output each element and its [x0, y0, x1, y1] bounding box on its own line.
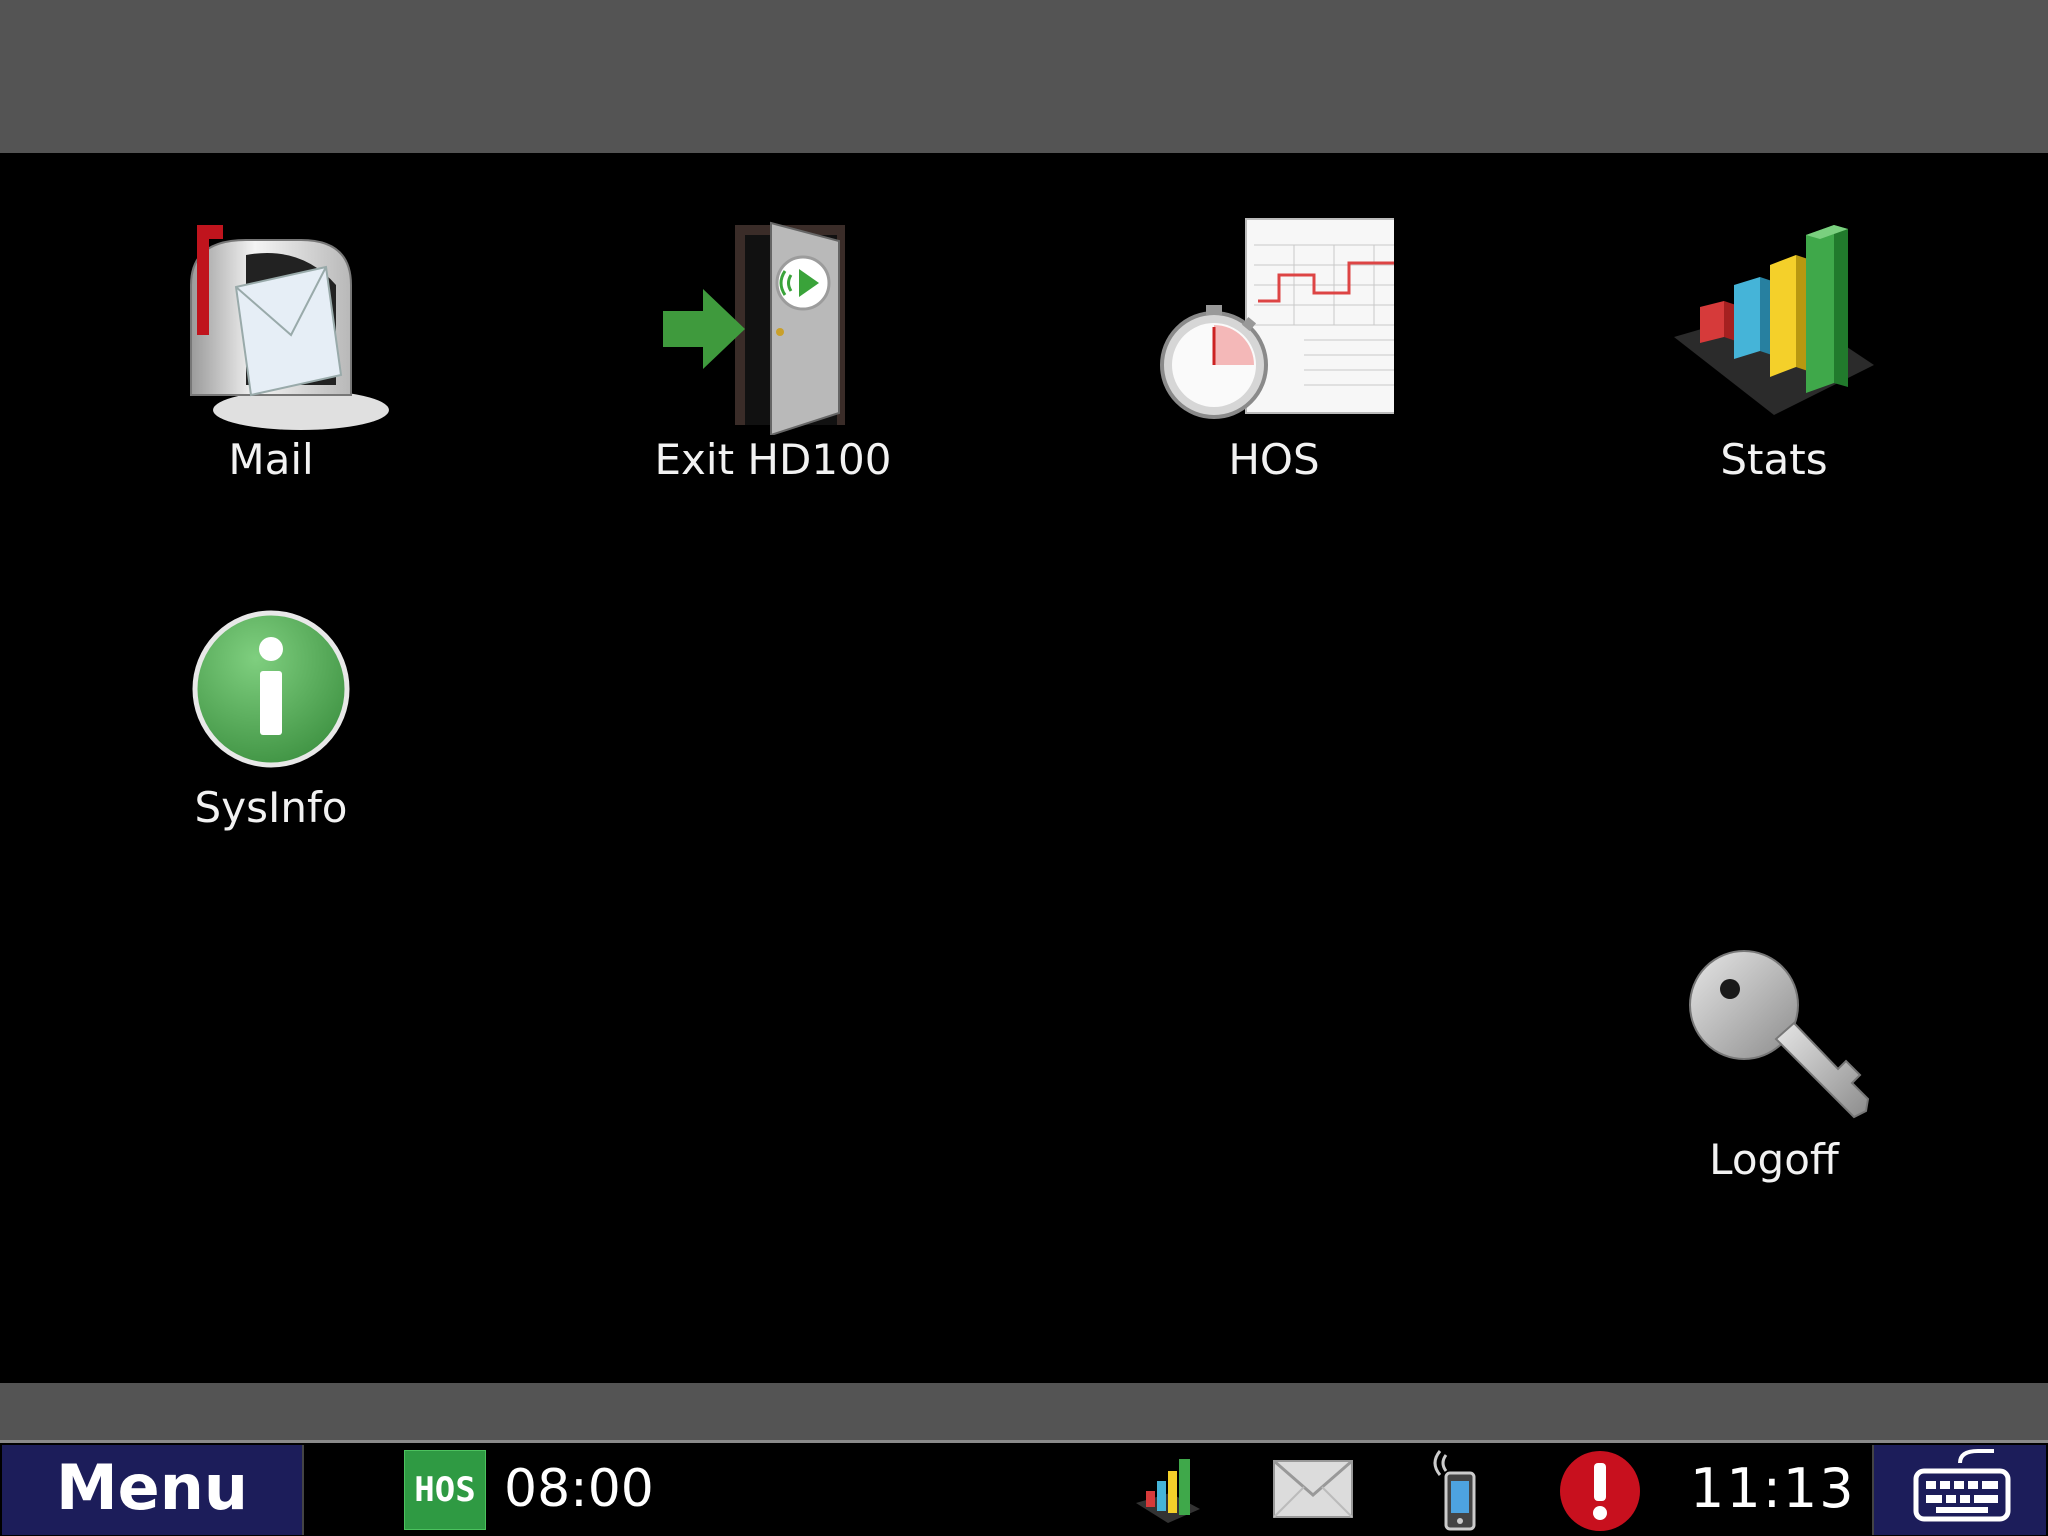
keyboard-button[interactable] — [1872, 1445, 2046, 1535]
hos-app-tile[interactable]: HOS — [1124, 215, 1424, 485]
hos-status-badge[interactable]: HOS — [404, 1450, 486, 1530]
taskbar: Menu HOS 08:00 11:13 — [0, 1440, 2048, 1536]
desktop-screen: Mail Exit HD100 HOS Stats SysInfo Logoff… — [0, 153, 2048, 1536]
alert-icon[interactable] — [1558, 1449, 1642, 1533]
mail-envelope-icon[interactable] — [1272, 1457, 1354, 1521]
hos-logbook-stopwatch-icon — [1160, 218, 1394, 419]
exit-door-icon — [663, 221, 845, 435]
clock: 11:13 — [1690, 1457, 1856, 1520]
bar-chart-icon — [1674, 225, 1874, 415]
exit-hd100-app-tile[interactable]: Exit HD100 — [623, 205, 923, 485]
sysinfo-app-tile[interactable]: SysInfo — [121, 593, 421, 833]
info-icon — [192, 610, 350, 768]
hos-remaining-time: 08:00 — [504, 1459, 654, 1519]
logoff-app-label: Logoff — [1709, 1135, 1839, 1184]
exit-hd100-app-label: Exit HD100 — [654, 435, 892, 484]
stats-app-tile[interactable]: Stats — [1624, 215, 1924, 485]
keyboard-icon — [1913, 1449, 2011, 1522]
stats-mini-icon[interactable] — [1130, 1453, 1206, 1529]
mailbox-icon — [190, 225, 389, 430]
logoff-app-tile[interactable]: Logoff — [1624, 935, 1924, 1185]
menu-button[interactable]: Menu — [2, 1445, 304, 1535]
mobile-signal-icon[interactable] — [1420, 1447, 1486, 1533]
sysinfo-app-label: SysInfo — [194, 783, 348, 832]
stats-app-label: Stats — [1720, 435, 1828, 484]
mail-app-tile[interactable]: Mail — [121, 225, 421, 485]
mail-app-label: Mail — [228, 435, 314, 484]
hos-app-label: HOS — [1228, 435, 1320, 484]
key-icon — [1689, 950, 1870, 1119]
